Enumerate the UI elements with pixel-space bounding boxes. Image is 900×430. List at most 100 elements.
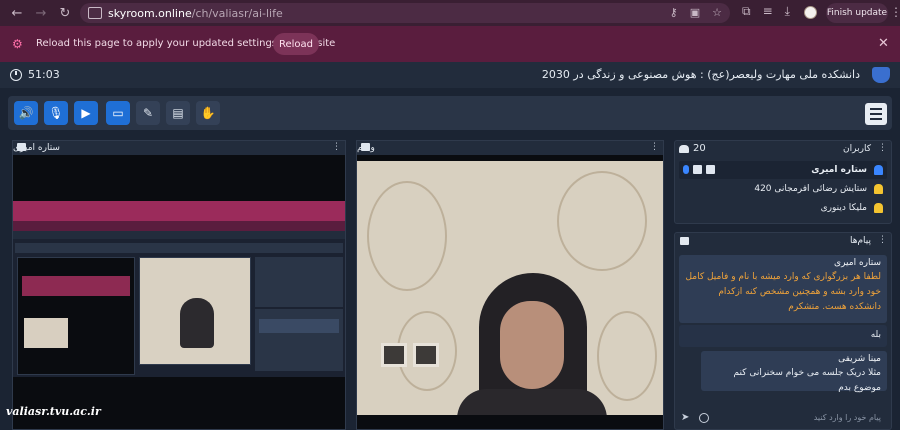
users-icon — [679, 145, 689, 153]
browser-toolbar: ← → ↻ skyroom.online /ch/valiasr/ai-life… — [0, 0, 900, 26]
chat-title: پیام‌ها — [849, 236, 871, 246]
star-icon[interactable]: ☆ — [712, 6, 722, 19]
wallpaper-pattern — [557, 171, 647, 271]
room-toolbar: 🔊 🎙 ▶ ▭ ✎ ▤ ✋ — [8, 96, 892, 130]
speaker-icon[interactable]: 🔊 — [14, 101, 38, 125]
forward-icon[interactable]: → — [30, 2, 52, 24]
user-row[interactable]: ملیکا دینوری — [679, 199, 887, 217]
users-header: 20 کاربران ⋮ — [675, 141, 891, 157]
refresh-icon[interactable]: ↻ — [54, 2, 76, 24]
camera-icon[interactable]: ▶ — [74, 101, 98, 125]
url-path: /ch/valiasr/ai-life — [191, 6, 283, 20]
profile-avatar[interactable] — [804, 6, 817, 19]
chat-input[interactable]: پیام خود را وارد کنید — [679, 409, 887, 425]
reload-button[interactable]: Reload — [273, 33, 319, 55]
settings-gear-icon: ⚙ — [12, 37, 23, 51]
shared-chat-panel — [255, 309, 343, 371]
user-name: ستاره امیری — [811, 165, 867, 175]
file-icon[interactable]: ▤ — [166, 101, 190, 125]
reload-infobar: ⚙ Reload this page to apply your updated… — [0, 26, 900, 62]
microphone-icon[interactable]: 🎙 — [44, 101, 68, 125]
users-panel: 20 کاربران ⋮ ستاره امیری ستایش رضائی افر… — [674, 140, 892, 224]
hamburger-menu-icon[interactable] — [865, 103, 887, 125]
session-timer: 51:03 — [10, 68, 60, 81]
user-media-status — [683, 165, 715, 174]
room-header: 51:03 دانشکده ملی مهارت ولیعصر(عج) : هوش… — [0, 62, 900, 88]
shared-toolbar — [15, 243, 343, 253]
panel-options-icon[interactable]: ⋮ — [650, 142, 659, 152]
timer-value: 51:03 — [28, 68, 60, 81]
user-row[interactable]: ستایش رضائی افرمجانی 420 — [679, 180, 887, 198]
users-count: 20 — [693, 143, 706, 154]
user-icon — [874, 184, 883, 194]
watermark: valiasr.tvu.ac.ir — [6, 405, 101, 418]
chat-message: ستاره امیری لطفا هر بزرگواری که وارد میش… — [679, 255, 887, 323]
screen-share-panel: ستاره امیری ⋮ — [12, 140, 346, 430]
wallpaper-pattern — [367, 181, 447, 291]
chat-icon — [680, 237, 689, 245]
message-sender: مینا شریفی — [838, 354, 881, 364]
wall-switch — [381, 343, 407, 367]
user-name: ملیکا دینوری — [820, 203, 867, 213]
user-icon — [874, 165, 883, 175]
skyroom-logo — [872, 67, 890, 83]
back-icon[interactable]: ← — [6, 2, 28, 24]
shared-users-panel — [255, 257, 343, 307]
close-icon[interactable]: ✕ — [878, 36, 889, 51]
key-icon[interactable]: ⚷ — [670, 6, 678, 19]
message-text: لطفا هر بزرگواری که وارد میشه با نام و ف… — [685, 272, 881, 312]
nested-cam-thumb — [24, 318, 68, 348]
webcam-video — [357, 161, 663, 415]
screen-share-header: ستاره امیری ⋮ — [13, 141, 345, 155]
message-text: بله — [870, 330, 881, 340]
chat-panel: پیام‌ها ⋮ ستاره امیری لطفا هر بزرگواری ک… — [674, 232, 892, 430]
translate-icon[interactable]: ▣ — [690, 6, 700, 19]
webcam-panel: وبکم ⋮ — [356, 140, 664, 430]
shared-screen-panel — [17, 257, 135, 375]
users-title: کاربران — [843, 144, 871, 154]
chat-header: پیام‌ها ⋮ — [675, 233, 891, 249]
browser-menu-icon[interactable]: ⋮ — [890, 5, 900, 19]
extensions-icon[interactable]: ⧉ — [742, 4, 751, 19]
shared-reload-banner — [13, 221, 345, 231]
monitor-icon — [17, 143, 26, 151]
clock-icon — [10, 68, 22, 81]
chat-message: بله — [679, 325, 887, 347]
downloads-icon[interactable]: ⤓ — [785, 4, 790, 19]
mic-icon — [683, 165, 689, 174]
wall-switch — [413, 343, 439, 367]
user-name: ستایش رضائی افرمجانی 420 — [754, 184, 867, 194]
presenter-face — [500, 301, 564, 389]
nested-share-strip — [22, 276, 130, 296]
screen-share-icon[interactable]: ▭ — [106, 101, 130, 125]
chat-message: مینا شریفی مثلا دریک جلسه می خوام سخنران… — [701, 351, 887, 393]
shared-screen-view — [13, 201, 345, 377]
site-info-icon[interactable] — [88, 7, 102, 19]
camera-icon — [693, 165, 702, 174]
panel-options-icon[interactable]: ⋮ — [332, 142, 341, 152]
shared-header — [13, 231, 345, 239]
whiteboard-brush-icon[interactable]: ✎ — [136, 101, 160, 125]
message-text: مثلا دریک جلسه می خوام سخنرانی کنم موضوع… — [733, 368, 881, 393]
shared-person-silhouette — [180, 298, 214, 348]
address-bar[interactable]: skyroom.online /ch/valiasr/ai-life ⚷ ▣ ☆ — [80, 3, 730, 23]
shared-webcam-panel — [139, 257, 251, 365]
panel-options-icon[interactable]: ⋮ — [878, 143, 887, 153]
reading-list-icon[interactable]: ≡ — [763, 4, 773, 19]
panel-options-icon[interactable]: ⋮ — [878, 235, 887, 245]
screen-icon — [706, 165, 715, 174]
shared-chat-message — [259, 319, 339, 333]
presenter-body — [457, 389, 607, 415]
url-host: skyroom.online — [108, 6, 192, 20]
video-camera-icon — [361, 143, 370, 151]
wallpaper-pattern — [597, 311, 657, 401]
emoji-icon[interactable] — [699, 413, 709, 423]
webcam-header: وبکم ⋮ — [357, 141, 663, 155]
room-title: دانشکده ملی مهارت ولیعصر(عج) : هوش مصنوع… — [541, 68, 860, 81]
send-icon[interactable]: ➤ — [681, 412, 689, 423]
finish-update-button[interactable]: Finish update — [826, 3, 888, 23]
user-icon — [874, 203, 883, 213]
raise-hand-icon[interactable]: ✋ — [196, 101, 220, 125]
user-row[interactable]: ستاره امیری — [679, 161, 887, 179]
shared-browser-chrome — [13, 201, 345, 221]
